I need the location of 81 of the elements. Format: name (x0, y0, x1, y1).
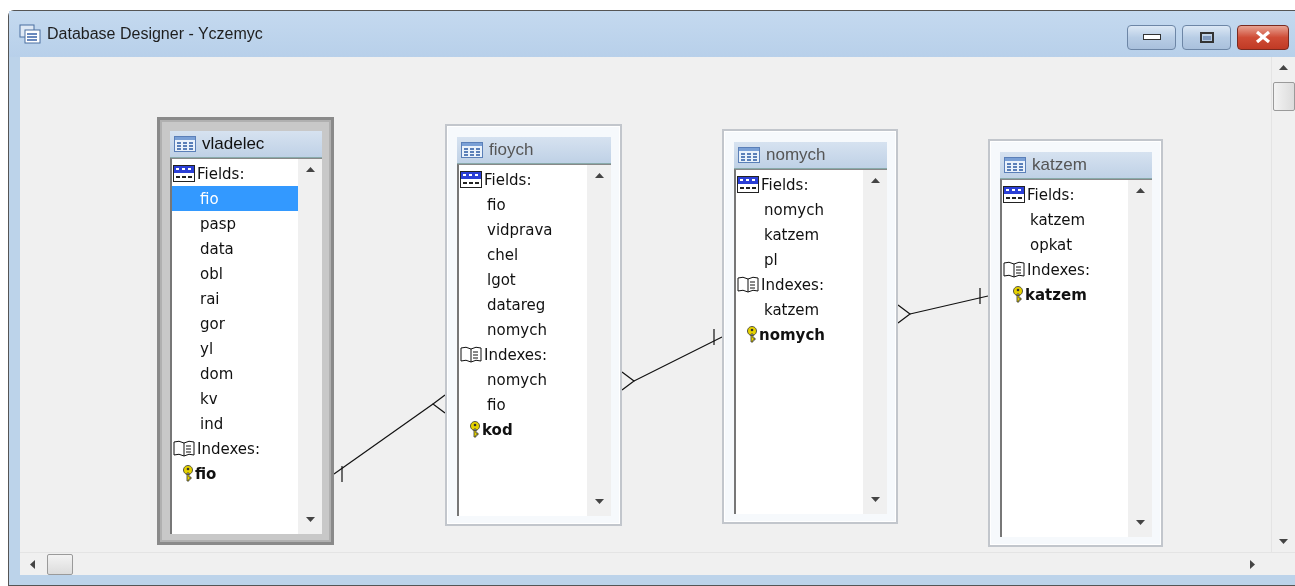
field-item[interactable]: data (172, 236, 298, 261)
table-icon (461, 142, 483, 158)
key-icon (747, 326, 757, 343)
scroll-up-arrow-icon[interactable] (594, 173, 604, 178)
field-item[interactable]: chel (459, 242, 587, 267)
scrollbar-thumb[interactable] (47, 553, 73, 575)
scroll-up-arrow-icon[interactable] (1279, 65, 1288, 70)
scroll-left-arrow-icon[interactable] (30, 559, 35, 569)
scroll-down-arrow-icon[interactable] (870, 497, 880, 502)
section-label: Fields: (197, 164, 245, 183)
index-item[interactable]: fio (172, 461, 298, 486)
index-item[interactable]: katzem (736, 297, 863, 322)
table-node[interactable]: fioych Fields: fio vidprava chel lgot datareg nomych Indexes: nomych fio kod (445, 124, 622, 526)
maximize-button[interactable] (1182, 24, 1231, 50)
table-name: nomych (766, 145, 826, 165)
field-item[interactable]: nomych (736, 197, 863, 222)
index-item[interactable]: katzem (1002, 282, 1128, 307)
table-node[interactable]: nomych Fields: nomych katzem pl Indexes: katzem nomych (722, 129, 898, 524)
field-item[interactable]: gor (172, 311, 298, 336)
scroll-up-arrow-icon[interactable] (305, 167, 315, 172)
table-name: fioych (489, 140, 534, 160)
scroll-down-arrow-icon[interactable] (1135, 520, 1145, 525)
minimize-icon (1142, 34, 1161, 40)
section-label: Indexes: (484, 345, 547, 364)
book-icon (1003, 261, 1025, 278)
field-item[interactable]: opkat (1002, 232, 1128, 257)
fields-icon (1003, 186, 1025, 203)
table-node[interactable]: vladelec Fields: fio pasp data obl rai gor yl dom kv ind Indexes: fio (157, 117, 334, 545)
field-item[interactable]: pl (736, 247, 863, 272)
scroll-down-arrow-icon[interactable] (305, 517, 315, 522)
close-icon (1255, 31, 1271, 43)
field-item[interactable]: vidprava (459, 217, 587, 242)
field-item[interactable]: pasp (172, 211, 298, 236)
minimize-button[interactable] (1127, 24, 1176, 50)
index-item[interactable]: fio (459, 392, 587, 417)
section-label: Fields: (484, 170, 532, 189)
close-button[interactable] (1237, 24, 1289, 50)
scroll-up-arrow-icon[interactable] (1135, 188, 1145, 193)
index-item[interactable]: kod (459, 417, 587, 442)
field-item[interactable]: kv (172, 386, 298, 411)
fields-icon (737, 176, 759, 193)
book-icon (460, 346, 482, 363)
fields-icon (460, 171, 482, 188)
section-label: Indexes: (1027, 260, 1090, 279)
book-icon (173, 440, 195, 457)
maximize-icon (1199, 31, 1214, 43)
scroll-down-arrow-icon[interactable] (1279, 539, 1288, 544)
section-label: Fields: (1027, 185, 1075, 204)
field-item[interactable]: rai (172, 286, 298, 311)
field-item[interactable]: katzem (736, 222, 863, 247)
key-icon (183, 465, 193, 482)
field-item[interactable]: katzem (1002, 207, 1128, 232)
table-name: vladelec (202, 134, 265, 154)
scrollbar-thumb[interactable] (1272, 82, 1295, 111)
field-item[interactable]: lgot (459, 267, 587, 292)
field-item[interactable]: nomych (459, 317, 587, 342)
section-label: Fields: (761, 175, 809, 194)
key-icon (470, 421, 480, 438)
index-item[interactable]: nomych (736, 322, 863, 347)
table-icon (738, 147, 760, 163)
scroll-right-arrow-icon[interactable] (1250, 559, 1255, 569)
field-item[interactable]: obl (172, 261, 298, 286)
field-item[interactable]: fio (459, 192, 587, 217)
scroll-up-arrow-icon[interactable] (870, 178, 880, 183)
section-label: Indexes: (761, 275, 824, 294)
field-item[interactable]: ind (172, 411, 298, 436)
table-icon (1004, 157, 1026, 173)
scroll-down-arrow-icon[interactable] (594, 499, 604, 504)
field-item[interactable]: yl (172, 336, 298, 361)
index-item[interactable]: nomych (459, 367, 587, 392)
app-icon (19, 24, 41, 44)
field-item[interactable]: datareg (459, 292, 587, 317)
fields-icon (173, 165, 195, 182)
table-node[interactable]: katzem Fields: katzem opkat Indexes: katzem (988, 139, 1163, 547)
table-icon (174, 136, 196, 152)
section-label: Indexes: (197, 439, 260, 458)
field-item[interactable]: dom (172, 361, 298, 386)
book-icon (737, 276, 759, 293)
key-icon (1013, 286, 1023, 303)
table-name: katzem (1032, 155, 1087, 175)
window-title: Database Designer - Yczemyc (47, 25, 264, 43)
